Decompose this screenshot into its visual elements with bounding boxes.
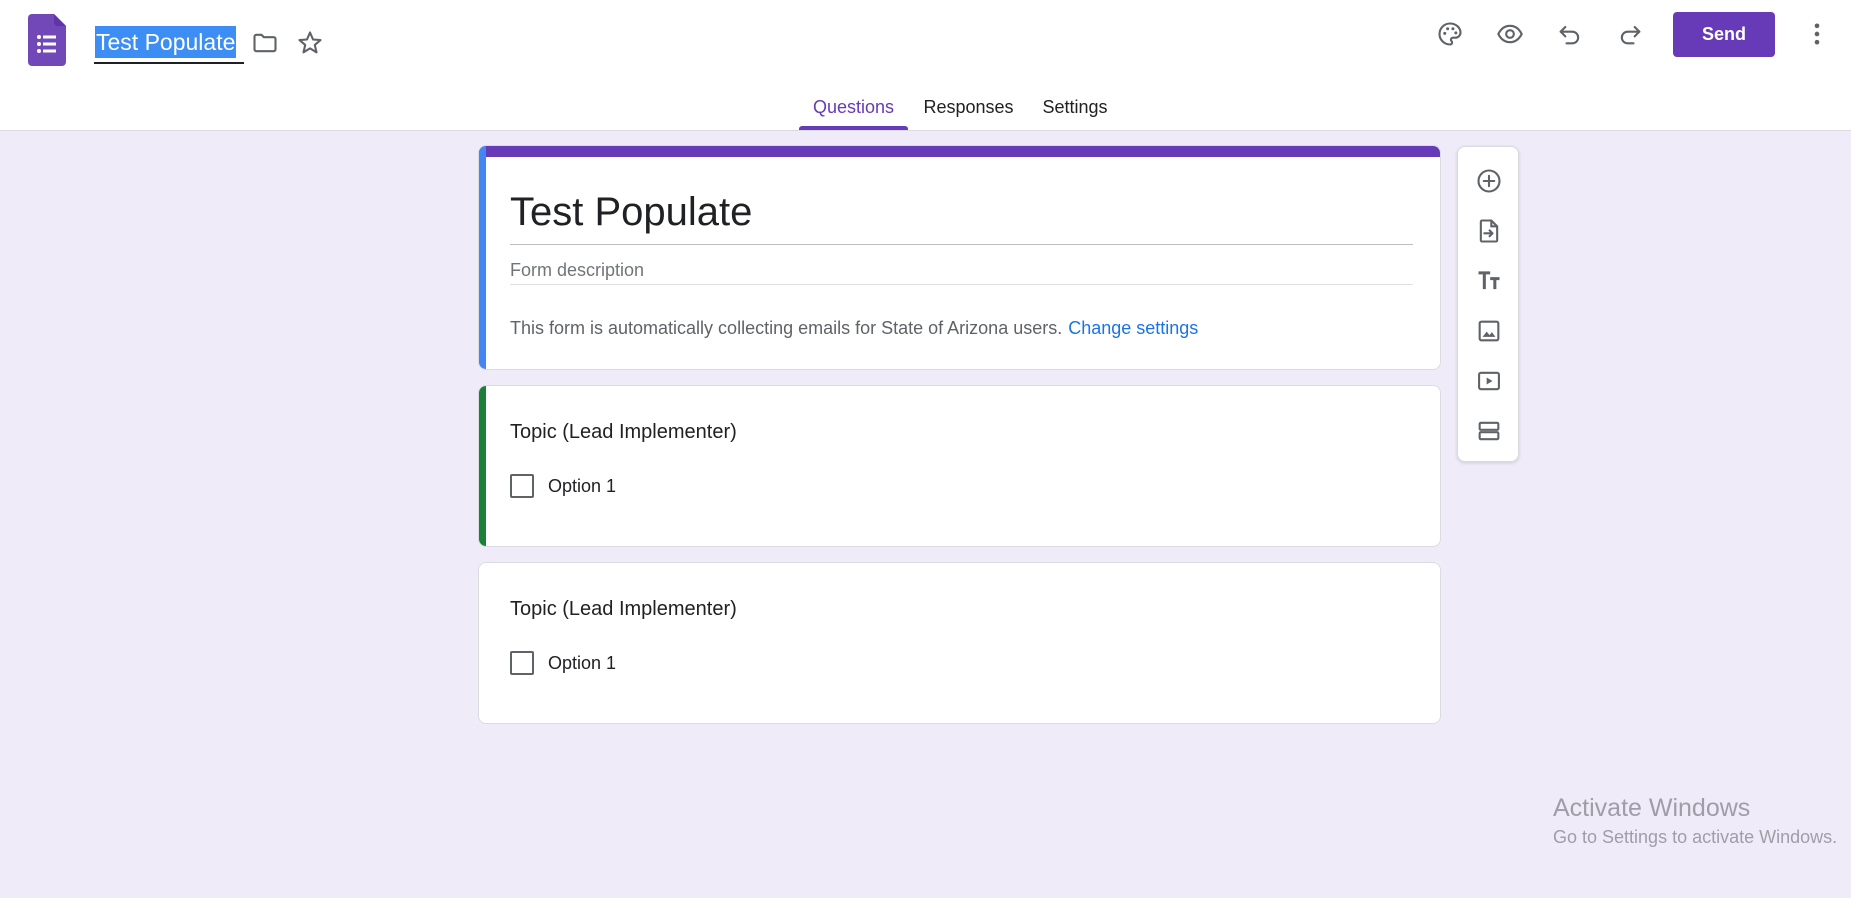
undo-icon[interactable] — [1553, 17, 1587, 51]
tab-settings[interactable]: Settings — [1035, 92, 1115, 131]
selected-question-accent — [479, 386, 486, 546]
change-settings-link[interactable]: Change settings — [1068, 318, 1198, 338]
active-tab-indicator — [799, 126, 908, 130]
question-title[interactable]: Topic (Lead Implementer) — [510, 418, 737, 446]
card-accent-left — [479, 146, 486, 369]
title-underline — [510, 244, 1413, 245]
preview-eye-icon[interactable] — [1493, 17, 1527, 51]
palette-icon[interactable] — [1433, 17, 1467, 51]
option-checkbox[interactable] — [510, 474, 534, 498]
doc-title-text: Test Populate — [95, 26, 237, 58]
email-notice-text: This form is automatically collecting em… — [510, 318, 1063, 338]
app-header: Test Populate Send Questions Responses S… — [0, 0, 1851, 131]
form-title[interactable]: Test Populate — [510, 186, 752, 238]
email-collection-notice: This form is automatically collecting em… — [510, 316, 1198, 340]
redo-icon[interactable] — [1613, 17, 1647, 51]
forms-logo-icon[interactable] — [28, 14, 66, 66]
form-tabs: Questions Responses Settings — [0, 92, 1851, 131]
move-to-folder-icon[interactable] — [248, 26, 282, 60]
question-card[interactable]: Topic (Lead Implementer) Option 1 — [478, 562, 1441, 724]
import-questions-icon[interactable] — [1472, 214, 1506, 248]
card-accent-top — [479, 146, 1440, 157]
option-label[interactable]: Option 1 — [548, 474, 616, 498]
add-title-icon[interactable] — [1472, 264, 1506, 298]
add-section-icon[interactable] — [1472, 414, 1506, 448]
send-button[interactable]: Send — [1673, 12, 1775, 57]
form-title-card[interactable]: Test Populate Form description This form… — [478, 145, 1441, 370]
more-options-icon[interactable] — [1800, 17, 1834, 51]
activate-windows-subtitle: Go to Settings to activate Windows. — [1553, 827, 1838, 847]
tab-responses[interactable]: Responses — [917, 92, 1020, 131]
add-image-icon[interactable] — [1472, 314, 1506, 348]
add-question-icon[interactable] — [1472, 164, 1506, 198]
option-checkbox[interactable] — [510, 651, 534, 675]
question-card[interactable]: Topic (Lead Implementer) Option 1 — [478, 385, 1441, 547]
doc-title-field[interactable]: Test Populate — [94, 22, 244, 64]
star-icon[interactable] — [293, 26, 327, 60]
floating-toolbar — [1457, 146, 1519, 462]
add-video-icon[interactable] — [1472, 364, 1506, 398]
description-underline — [510, 284, 1413, 285]
question-title[interactable]: Topic (Lead Implementer) — [510, 595, 737, 623]
activate-windows-title: Activate Windows — [1553, 794, 1751, 822]
form-description-input[interactable]: Form description — [510, 258, 644, 282]
option-label[interactable]: Option 1 — [548, 651, 616, 675]
